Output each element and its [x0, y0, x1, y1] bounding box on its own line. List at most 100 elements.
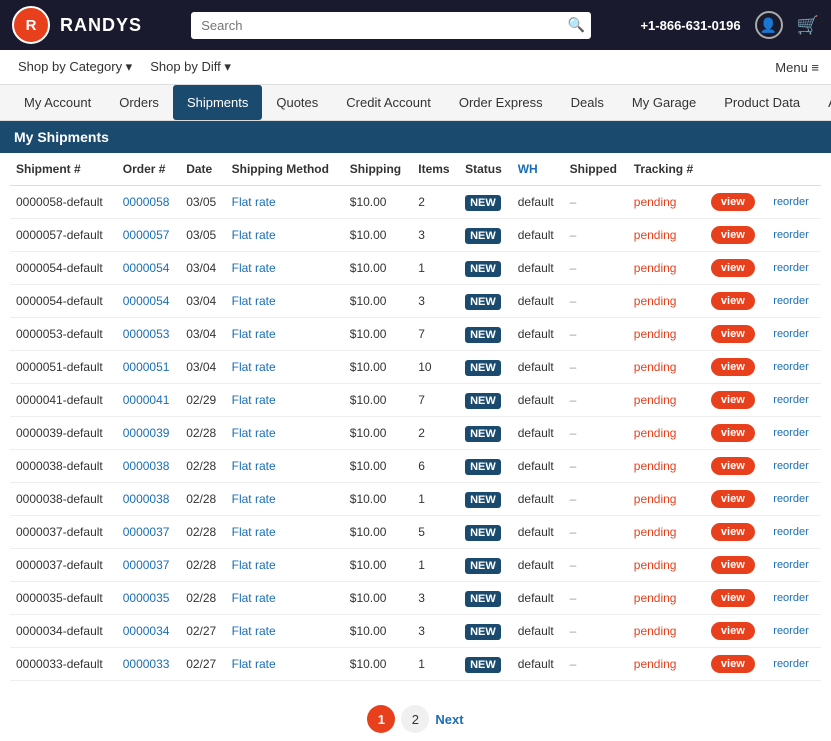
reorder-button[interactable]: reorder [771, 260, 810, 276]
reorder-button[interactable]: reorder [771, 656, 810, 672]
cell-view[interactable]: view [705, 252, 765, 285]
cell-reorder[interactable]: reorder [765, 318, 821, 351]
view-button[interactable]: view [711, 193, 755, 211]
search-input[interactable] [191, 12, 591, 39]
view-button[interactable]: view [711, 655, 755, 673]
cell-method[interactable]: Flat rate [226, 615, 344, 648]
reorder-button[interactable]: reorder [771, 590, 810, 606]
view-button[interactable]: view [711, 490, 755, 508]
cell-reorder[interactable]: reorder [765, 186, 821, 219]
cell-reorder[interactable]: reorder [765, 417, 821, 450]
cell-view[interactable]: view [705, 483, 765, 516]
cell-method[interactable]: Flat rate [226, 384, 344, 417]
cell-method[interactable]: Flat rate [226, 351, 344, 384]
cell-method[interactable]: Flat rate [226, 549, 344, 582]
cell-reorder[interactable]: reorder [765, 549, 821, 582]
reorder-button[interactable]: reorder [771, 326, 810, 342]
cell-view[interactable]: view [705, 648, 765, 681]
shop-by-category-button[interactable]: Shop by Category ▾ [12, 57, 138, 77]
cell-reorder[interactable]: reorder [765, 615, 821, 648]
tab-deals[interactable]: Deals [557, 85, 618, 120]
tab-credit-account[interactable]: Credit Account [332, 85, 445, 120]
tab-orders[interactable]: Orders [105, 85, 173, 120]
cell-order[interactable]: 0000038 [117, 450, 180, 483]
cell-view[interactable]: view [705, 219, 765, 252]
cell-reorder[interactable]: reorder [765, 219, 821, 252]
reorder-button[interactable]: reorder [771, 194, 810, 210]
view-button[interactable]: view [711, 391, 755, 409]
view-button[interactable]: view [711, 226, 755, 244]
cell-view[interactable]: view [705, 516, 765, 549]
cell-order[interactable]: 0000037 [117, 516, 180, 549]
cell-view[interactable]: view [705, 615, 765, 648]
reorder-button[interactable]: reorder [771, 293, 810, 309]
tab-quotes[interactable]: Quotes [262, 85, 332, 120]
reorder-button[interactable]: reorder [771, 425, 810, 441]
cell-view[interactable]: view [705, 450, 765, 483]
view-button[interactable]: view [711, 358, 755, 376]
cell-method[interactable]: Flat rate [226, 483, 344, 516]
cell-order[interactable]: 0000039 [117, 417, 180, 450]
tab-address[interactable]: Address [814, 85, 831, 120]
cell-reorder[interactable]: reorder [765, 285, 821, 318]
cell-method[interactable]: Flat rate [226, 219, 344, 252]
cell-order[interactable]: 0000058 [117, 186, 180, 219]
cell-order[interactable]: 0000051 [117, 351, 180, 384]
reorder-button[interactable]: reorder [771, 392, 810, 408]
reorder-button[interactable]: reorder [771, 491, 810, 507]
cell-method[interactable]: Flat rate [226, 318, 344, 351]
cell-reorder[interactable]: reorder [765, 450, 821, 483]
cell-order[interactable]: 0000054 [117, 285, 180, 318]
cell-order[interactable]: 0000037 [117, 549, 180, 582]
cell-method[interactable]: Flat rate [226, 450, 344, 483]
cell-view[interactable]: view [705, 417, 765, 450]
cell-order[interactable]: 0000033 [117, 648, 180, 681]
cell-method[interactable]: Flat rate [226, 417, 344, 450]
page-next-button[interactable]: Next [435, 712, 463, 727]
reorder-button[interactable]: reorder [771, 623, 810, 639]
cell-reorder[interactable]: reorder [765, 252, 821, 285]
cell-order[interactable]: 0000035 [117, 582, 180, 615]
cell-view[interactable]: view [705, 285, 765, 318]
tab-shipments[interactable]: Shipments [173, 85, 262, 120]
cell-view[interactable]: view [705, 582, 765, 615]
shop-by-diff-button[interactable]: Shop by Diff ▾ [144, 57, 237, 77]
cell-reorder[interactable]: reorder [765, 384, 821, 417]
view-button[interactable]: view [711, 556, 755, 574]
view-button[interactable]: view [711, 292, 755, 310]
reorder-button[interactable]: reorder [771, 227, 810, 243]
menu-button[interactable]: Menu ≡ [775, 60, 819, 75]
cell-view[interactable]: view [705, 186, 765, 219]
cell-order[interactable]: 0000038 [117, 483, 180, 516]
cell-reorder[interactable]: reorder [765, 351, 821, 384]
cell-reorder[interactable]: reorder [765, 516, 821, 549]
cell-method[interactable]: Flat rate [226, 252, 344, 285]
cell-order[interactable]: 0000041 [117, 384, 180, 417]
view-button[interactable]: view [711, 457, 755, 475]
cell-method[interactable]: Flat rate [226, 285, 344, 318]
cart-icon[interactable]: 🛒 [797, 15, 819, 36]
view-button[interactable]: view [711, 523, 755, 541]
view-button[interactable]: view [711, 424, 755, 442]
cell-order[interactable]: 0000057 [117, 219, 180, 252]
cell-view[interactable]: view [705, 549, 765, 582]
cell-method[interactable]: Flat rate [226, 186, 344, 219]
user-icon[interactable]: 👤 [755, 11, 783, 39]
cell-view[interactable]: view [705, 351, 765, 384]
reorder-button[interactable]: reorder [771, 359, 810, 375]
cell-order[interactable]: 0000053 [117, 318, 180, 351]
reorder-button[interactable]: reorder [771, 557, 810, 573]
tab-product-data[interactable]: Product Data [710, 85, 814, 120]
view-button[interactable]: view [711, 259, 755, 277]
view-button[interactable]: view [711, 622, 755, 640]
search-button[interactable]: 🔍 [568, 17, 585, 34]
cell-method[interactable]: Flat rate [226, 516, 344, 549]
cell-method[interactable]: Flat rate [226, 582, 344, 615]
cell-order[interactable]: 0000034 [117, 615, 180, 648]
view-button[interactable]: view [711, 325, 755, 343]
reorder-button[interactable]: reorder [771, 458, 810, 474]
cell-view[interactable]: view [705, 318, 765, 351]
view-button[interactable]: view [711, 589, 755, 607]
cell-reorder[interactable]: reorder [765, 582, 821, 615]
tab-order-express[interactable]: Order Express [445, 85, 557, 120]
